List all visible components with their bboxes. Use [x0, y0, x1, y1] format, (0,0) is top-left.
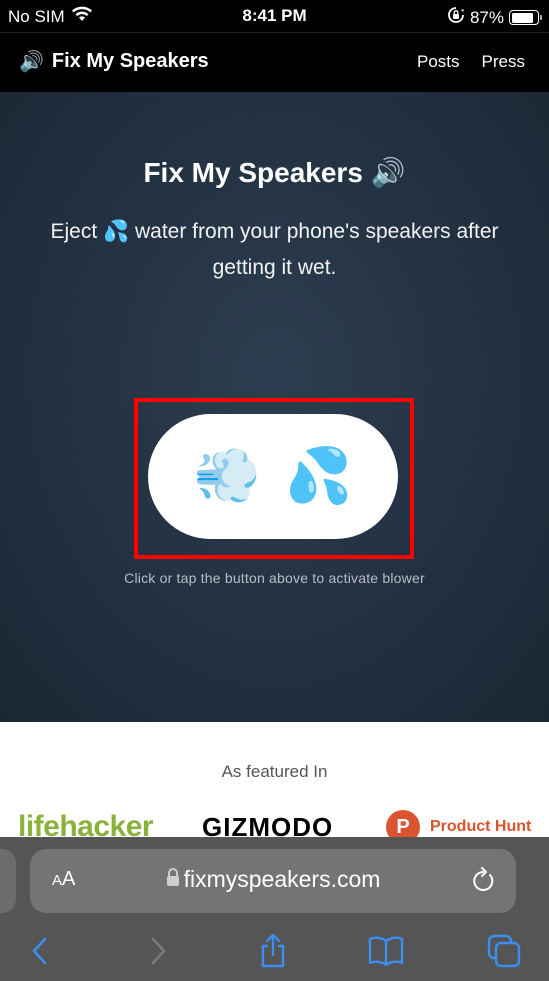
subtitle-text-start: Eject: [50, 220, 98, 243]
reload-icon[interactable]: [470, 867, 496, 900]
page-title-text: Fix My Speakers: [143, 157, 363, 188]
tabs-button[interactable]: [486, 933, 522, 969]
status-bar: No SIM 8:41 PM 87%: [0, 0, 549, 32]
forward-button[interactable]: [140, 933, 176, 969]
share-button[interactable]: [255, 933, 291, 969]
bookmarks-button[interactable]: [368, 933, 404, 969]
share-icon: [261, 933, 285, 968]
speaker-icon: 🔊: [370, 157, 406, 188]
page-title: Fix My Speakers 🔊: [0, 156, 549, 189]
previous-tab-peek[interactable]: [0, 849, 16, 913]
browser-bottom-bar: AA fixmyspeakers.com: [0, 837, 549, 981]
subtitle-text-end: water from your phone's speakers after g…: [135, 220, 499, 279]
speaker-icon: 🔊: [19, 51, 44, 73]
hero-section: Fix My Speakers 🔊 Eject 💦 water from you…: [0, 92, 549, 722]
nav-link-press[interactable]: Press: [482, 52, 525, 72]
browser-toolbar: [0, 933, 549, 973]
dash-wind-icon: 💨: [193, 446, 261, 506]
orientation-lock-icon: [447, 6, 465, 29]
blower-button[interactable]: 💨 💦: [148, 414, 398, 539]
brand-link[interactable]: 🔊 Fix My Speakers: [19, 49, 209, 74]
sweat-droplets-icon: 💦: [103, 220, 130, 243]
battery-percent: 87%: [469, 7, 504, 27]
address-bar[interactable]: AA fixmyspeakers.com: [30, 849, 516, 913]
tabs-icon: [487, 934, 521, 968]
lock-icon: [166, 866, 180, 893]
brand-name: Fix My Speakers: [51, 50, 209, 72]
page-subtitle: Eject 💦 water from your phone's speakers…: [30, 214, 519, 286]
site-nav: 🔊 Fix My Speakers Posts Press: [0, 32, 549, 92]
product-hunt-text: Product Hunt: [430, 818, 532, 835]
sweat-droplets-icon: 💦: [285, 446, 353, 506]
chevron-left-icon: [32, 937, 47, 965]
battery-fill: [511, 12, 534, 23]
book-icon: [368, 936, 404, 967]
blower-hint: Click or tap the button above to activat…: [124, 570, 425, 586]
url-text: fixmyspeakers.com: [183, 866, 381, 892]
chevron-right-icon: [151, 937, 166, 965]
battery-icon: [509, 10, 542, 25]
nav-link-posts[interactable]: Posts: [417, 52, 460, 72]
back-button[interactable]: [22, 933, 58, 969]
featured-label: As featured In: [221, 762, 328, 781]
